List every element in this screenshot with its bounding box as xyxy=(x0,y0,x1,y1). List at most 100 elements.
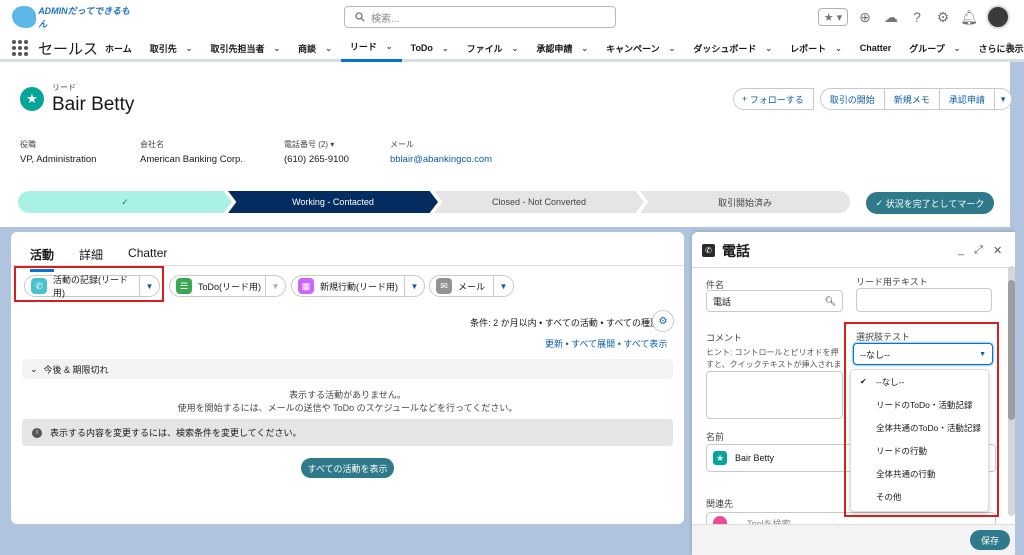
nav-item-4[interactable]: リード ⌄ xyxy=(340,34,402,62)
chevron-down-icon[interactable]: ⌄ xyxy=(273,44,280,53)
nav-item-3[interactable]: 商談 ⌄ xyxy=(289,34,341,62)
composer-controls: _ ⤢ ✕ xyxy=(958,244,1002,257)
field-phone: 電話番号 (2) ▾ (610) 265-9100 xyxy=(284,140,349,165)
user-avatar[interactable] xyxy=(986,5,1010,29)
record-actions: + フォローする 取引の開始 新規メモ 承認申請 ▾ xyxy=(733,88,1013,110)
empty-state-title: 表示する活動がありません。 xyxy=(289,390,406,400)
app-name: セールス xyxy=(38,41,99,58)
search-placeholder: 検索... xyxy=(371,13,400,25)
search-icon: 🔍︎ xyxy=(824,295,836,306)
nav-item-0[interactable]: ホーム xyxy=(96,34,141,62)
nav-item-8[interactable]: キャンペーン ⌄ xyxy=(597,34,684,62)
comment-textarea[interactable] xyxy=(706,371,843,419)
event-publisher[interactable]: ▦ 新規行動(リード用) ▼ xyxy=(291,275,425,297)
call-log-icon: ✆ xyxy=(31,278,47,294)
chevron-down-icon[interactable]: ⌄ xyxy=(669,44,676,53)
trailhead-icon[interactable]: ☁ xyxy=(882,8,900,26)
global-search-input[interactable]: 検索... xyxy=(344,6,616,28)
help-icon[interactable]: ? xyxy=(908,8,926,26)
view-all-link[interactable]: すべて表示 xyxy=(623,339,667,349)
lead-text-label: リード用テキスト xyxy=(856,277,928,287)
nav-item-11[interactable]: Chatter xyxy=(851,34,901,62)
nav-item-10[interactable]: レポート ⌄ xyxy=(781,34,851,62)
calendar-icon: ▦ xyxy=(298,278,314,294)
name-label: 名前 xyxy=(706,432,725,442)
nav-item-5[interactable]: ToDo ⌄ xyxy=(402,34,458,62)
nav-items: ホーム 取引先 ⌄ 取引先担当者 ⌄ 商談 ⌄ リード ⌄ ToDo ⌄ ファイル ⌄ 承認申請 ⌄ キャンペ… xyxy=(96,34,1024,62)
chevron-down-icon[interactable]: ▼ xyxy=(493,276,513,296)
nav-item-12[interactable]: グループ ⌄ xyxy=(900,34,969,62)
mark-status-complete-button[interactable]: ✓ 状況を完了としてマーク xyxy=(866,192,994,214)
more-actions-chevron-icon[interactable]: ▾ xyxy=(994,88,1013,110)
filter-summary: 条件: 2 か月以内 • すべての活動 • すべての種別 xyxy=(470,318,659,328)
follow-button[interactable]: + フォローする xyxy=(733,88,814,110)
close-icon[interactable]: ✕ xyxy=(993,244,1002,257)
approval-button[interactable]: 承認申請 xyxy=(939,88,995,110)
chevron-down-icon[interactable]: ▼ xyxy=(404,276,424,296)
nav-item-1[interactable]: 取引先 ⌄ xyxy=(141,34,202,62)
chevron-down-icon[interactable]: ⌄ xyxy=(325,44,332,53)
subject-input[interactable]: 電話 🔍︎ xyxy=(706,290,843,312)
convert-button[interactable]: 取引の開始 xyxy=(819,88,885,110)
upcoming-overdue-section[interactable]: ⌄ 今後 & 期限切れ xyxy=(22,359,673,379)
field-email: メール bblair@abankingco.com xyxy=(390,140,493,165)
app-logo[interactable]: ADMINだってできるもん xyxy=(12,5,132,29)
lead-star-icon: ★ xyxy=(20,87,44,111)
expand-all-link[interactable]: すべて展開 xyxy=(571,339,615,349)
refresh-link[interactable]: 更新 xyxy=(545,339,563,349)
field-title: 役職 VP, Administration xyxy=(20,140,97,165)
email-publisher[interactable]: ✉ メール ▼ xyxy=(429,275,514,297)
chevron-down-icon[interactable]: ⌄ xyxy=(765,44,772,53)
path-step-completed[interactable]: ✓ xyxy=(18,191,232,213)
setup-gear-icon[interactable]: ⚙ xyxy=(934,8,952,26)
chevron-down-icon[interactable]: ⌄ xyxy=(835,44,842,53)
phone-icon: ✆ xyxy=(702,244,715,257)
field-company: 会社名 American Banking Corp. xyxy=(140,140,243,165)
path-step-converted[interactable]: 取引開始済み xyxy=(640,191,850,213)
lead-star-icon: ★ xyxy=(713,451,727,465)
nav-item-7[interactable]: 承認申請 ⌄ xyxy=(527,34,597,62)
expand-icon[interactable]: ⤢ xyxy=(974,244,983,257)
info-icon: i xyxy=(32,427,42,438)
nav-item-6[interactable]: ファイル ⌄ xyxy=(458,34,528,62)
composer-scroll-thumb[interactable] xyxy=(1008,280,1015,420)
show-all-activities-button[interactable]: すべての活動を表示 xyxy=(301,458,394,478)
log-call-publisher[interactable]: ✆ 活動の記録(リード用) ▼ xyxy=(24,275,160,298)
record-name: Bair Betty xyxy=(52,94,135,115)
empty-state-hint: 使用を開始するには、メールの送信や ToDo のスケジュールなどを行ってください… xyxy=(177,403,518,413)
filter-gear-icon[interactable]: ⚙ xyxy=(652,310,674,332)
nav-item-9[interactable]: ダッシュボード ⌄ xyxy=(684,34,781,62)
save-button[interactable]: 保存 xyxy=(970,530,1010,550)
new-note-button[interactable]: 新規メモ xyxy=(884,88,940,110)
task-icon: ☰ xyxy=(176,278,192,294)
favorites-star-icon[interactable]: ★ ▾ xyxy=(818,8,848,26)
nav-item-2[interactable]: 取引先担当者 ⌄ xyxy=(201,34,289,62)
edit-nav-pencil-icon[interactable]: ✎ xyxy=(1006,40,1016,54)
page-edge xyxy=(1015,62,1024,555)
composer-title: 電話 xyxy=(722,243,750,259)
chevron-down-icon[interactable]: ⌄ xyxy=(186,44,193,53)
chevron-down-icon[interactable]: ⌄ xyxy=(512,44,519,53)
chevron-down-icon[interactable]: ▼ xyxy=(265,276,285,296)
header-actions: ★ ▾ ⊕ ☁ ? ⚙ 🔔︎ xyxy=(818,5,1010,29)
comment-label: コメント xyxy=(706,333,743,343)
minimize-icon[interactable]: _ xyxy=(958,244,964,257)
path-step-current[interactable]: Working - Contacted xyxy=(228,191,438,213)
chevron-down-icon: ⌄ xyxy=(30,363,38,374)
record-type: リード xyxy=(52,83,76,92)
notification-bell-icon[interactable]: 🔔︎ xyxy=(960,8,978,26)
lead-text-input[interactable] xyxy=(856,288,992,312)
chevron-down-icon[interactable]: ⌄ xyxy=(954,44,961,53)
info-bar: i 表示する内容を変更するには、検索条件を変更してください。 xyxy=(22,419,673,446)
search-icon xyxy=(355,12,365,22)
task-publisher[interactable]: ☰ ToDo(リード用) ▼ xyxy=(169,275,286,297)
chevron-down-icon[interactable]: ▼ xyxy=(139,276,159,296)
sales-path: ✓ Working - Contacted Closed - Not Conve… xyxy=(18,191,850,213)
chevron-down-icon[interactable]: ⌄ xyxy=(442,44,449,53)
app-launcher-icon[interactable] xyxy=(12,40,28,56)
chevron-down-icon[interactable]: ⌄ xyxy=(386,42,393,51)
chevron-down-icon[interactable]: ⌄ xyxy=(581,44,588,53)
path-step-closed[interactable]: Closed - Not Converted xyxy=(434,191,644,213)
email-icon: ✉ xyxy=(436,278,452,294)
add-icon[interactable]: ⊕ xyxy=(856,8,874,26)
